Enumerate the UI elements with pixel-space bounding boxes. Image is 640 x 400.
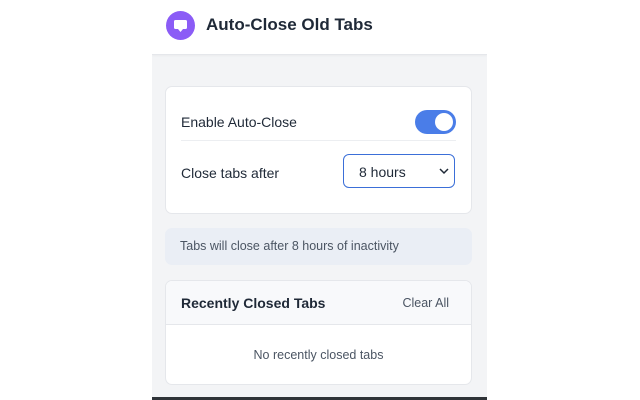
recently-closed-card: Recently Closed Tabs Clear All No recent… bbox=[165, 280, 472, 385]
info-box: Tabs will close after 8 hours of inactiv… bbox=[165, 228, 472, 265]
recently-closed-header: Recently Closed Tabs Clear All bbox=[166, 281, 471, 325]
enable-auto-close-toggle[interactable] bbox=[415, 110, 456, 134]
extension-popup: Auto-Close Old Tabs Enable Auto-Close Cl… bbox=[152, 0, 487, 400]
close-tabs-after-label: Close tabs after bbox=[181, 165, 280, 181]
info-text: Tabs will close after 8 hours of inactiv… bbox=[180, 239, 399, 253]
app-title: Auto-Close Old Tabs bbox=[206, 15, 373, 34]
chat-bubble-icon bbox=[166, 11, 195, 40]
enable-auto-close-label: Enable Auto-Close bbox=[181, 114, 297, 130]
chevron-down-icon bbox=[439, 168, 449, 175]
recently-closed-title: Recently Closed Tabs bbox=[181, 295, 326, 311]
toggle-knob bbox=[435, 113, 453, 131]
empty-state-text: No recently closed tabs bbox=[253, 348, 384, 362]
close-after-select[interactable]: 8 hours bbox=[343, 154, 455, 188]
clear-all-button[interactable]: Clear All bbox=[402, 296, 449, 310]
settings-divider bbox=[181, 140, 456, 141]
popup-header: Auto-Close Old Tabs bbox=[152, 0, 487, 55]
close-after-value: 8 hours bbox=[359, 164, 406, 180]
settings-card: Enable Auto-Close Close tabs after 8 hou… bbox=[165, 86, 472, 214]
screen: Auto-Close Old Tabs Enable Auto-Close Cl… bbox=[0, 0, 640, 400]
